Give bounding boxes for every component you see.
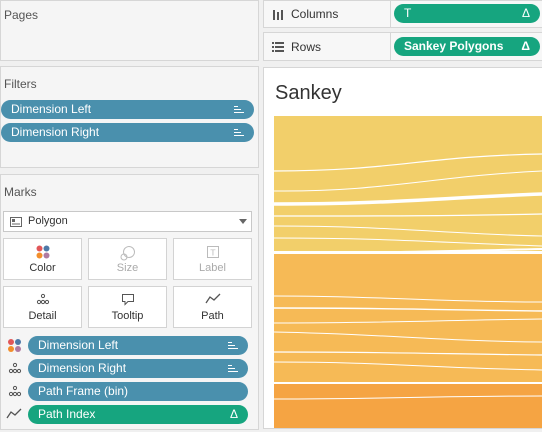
detail-icon <box>8 385 22 397</box>
sort-descending-icon <box>228 336 238 355</box>
rows-shelf: Rows Sankey Polygons Δ <box>263 32 542 61</box>
pill-label: T <box>404 6 412 20</box>
shelf-divider <box>390 33 391 61</box>
filters-title: Filters <box>4 77 37 91</box>
field-pill-dimension-right[interactable]: Dimension Right <box>28 359 248 378</box>
field-pill-dimension-left[interactable]: Dimension Left <box>28 336 248 355</box>
pages-title: Pages <box>4 8 39 22</box>
columns-pill-t[interactable]: T Δ <box>394 4 540 23</box>
shelf-divider <box>390 1 391 28</box>
sort-descending-icon <box>234 100 244 119</box>
field-pill-path-index[interactable]: Path Index Δ <box>28 405 248 424</box>
filter-pill-dimension-right[interactable]: Dimension Right <box>1 123 254 142</box>
polygon-mark-icon <box>10 217 22 227</box>
sankey-chart[interactable] <box>274 116 542 429</box>
svg-text:T: T <box>209 249 215 258</box>
delta-icon: Δ <box>521 39 530 53</box>
detail-icon <box>4 293 81 307</box>
pages-panel: Pages <box>0 0 259 61</box>
label-card-label: Label <box>199 262 226 274</box>
path-icon <box>6 408 22 419</box>
tooltip-icon <box>89 293 166 307</box>
color-icon <box>4 245 81 259</box>
detail-card-label: Detail <box>28 310 57 322</box>
color-card[interactable]: Color <box>3 238 82 280</box>
mark-type-label: Polygon <box>28 215 68 227</box>
marks-title: Marks <box>4 185 37 199</box>
marks-panel: Marks Polygon Color Size T Label Detail <box>0 174 259 430</box>
columns-icon <box>273 10 283 20</box>
pill-label: Dimension Right <box>38 361 127 375</box>
delta-icon: Δ <box>229 407 238 421</box>
detail-icon <box>8 362 22 374</box>
mark-type-dropdown[interactable]: Polygon <box>3 211 252 232</box>
view-title: Sankey <box>275 82 342 104</box>
path-card-label: Path <box>201 310 224 322</box>
tooltip-card[interactable]: Tooltip <box>88 286 167 328</box>
filters-panel: Filters Dimension Left Dimension Right <box>0 66 259 168</box>
tooltip-card-label: Tooltip <box>111 310 144 322</box>
pill-label: Dimension Left <box>38 338 119 352</box>
pill-label: Path Index <box>38 407 96 421</box>
pill-label: Dimension Left <box>11 102 92 116</box>
pill-label: Dimension Right <box>11 125 100 139</box>
pill-label: Path Frame (bin) <box>38 384 129 398</box>
sankey-band-3[interactable] <box>274 384 542 429</box>
path-icon <box>174 293 251 307</box>
sort-descending-icon <box>234 123 244 142</box>
view-area: Sankey <box>263 67 542 429</box>
text-label-icon: T <box>174 245 251 259</box>
size-card-label: Size <box>116 262 139 274</box>
columns-label: Columns <box>291 7 339 21</box>
detail-card[interactable]: Detail <box>3 286 82 328</box>
delta-icon: Δ <box>521 6 530 20</box>
rows-label: Rows <box>291 40 322 54</box>
path-card[interactable]: Path <box>173 286 252 328</box>
pill-label: Sankey Polygons <box>404 39 504 53</box>
color-card-label: Color <box>29 262 56 274</box>
label-card[interactable]: T Label <box>173 238 252 280</box>
field-pill-path-frame-bin[interactable]: Path Frame (bin) <box>28 382 248 401</box>
sort-descending-icon <box>228 359 238 378</box>
chevron-down-icon[interactable] <box>239 219 247 224</box>
rows-icon <box>272 42 284 52</box>
size-card[interactable]: Size <box>88 238 167 280</box>
color-icon <box>8 339 21 352</box>
columns-shelf: Columns T Δ <box>263 0 542 28</box>
size-icon <box>89 245 166 261</box>
filter-pill-dimension-left[interactable]: Dimension Left <box>1 100 254 119</box>
rows-pill-sankey-polygons[interactable]: Sankey Polygons Δ <box>394 37 540 56</box>
